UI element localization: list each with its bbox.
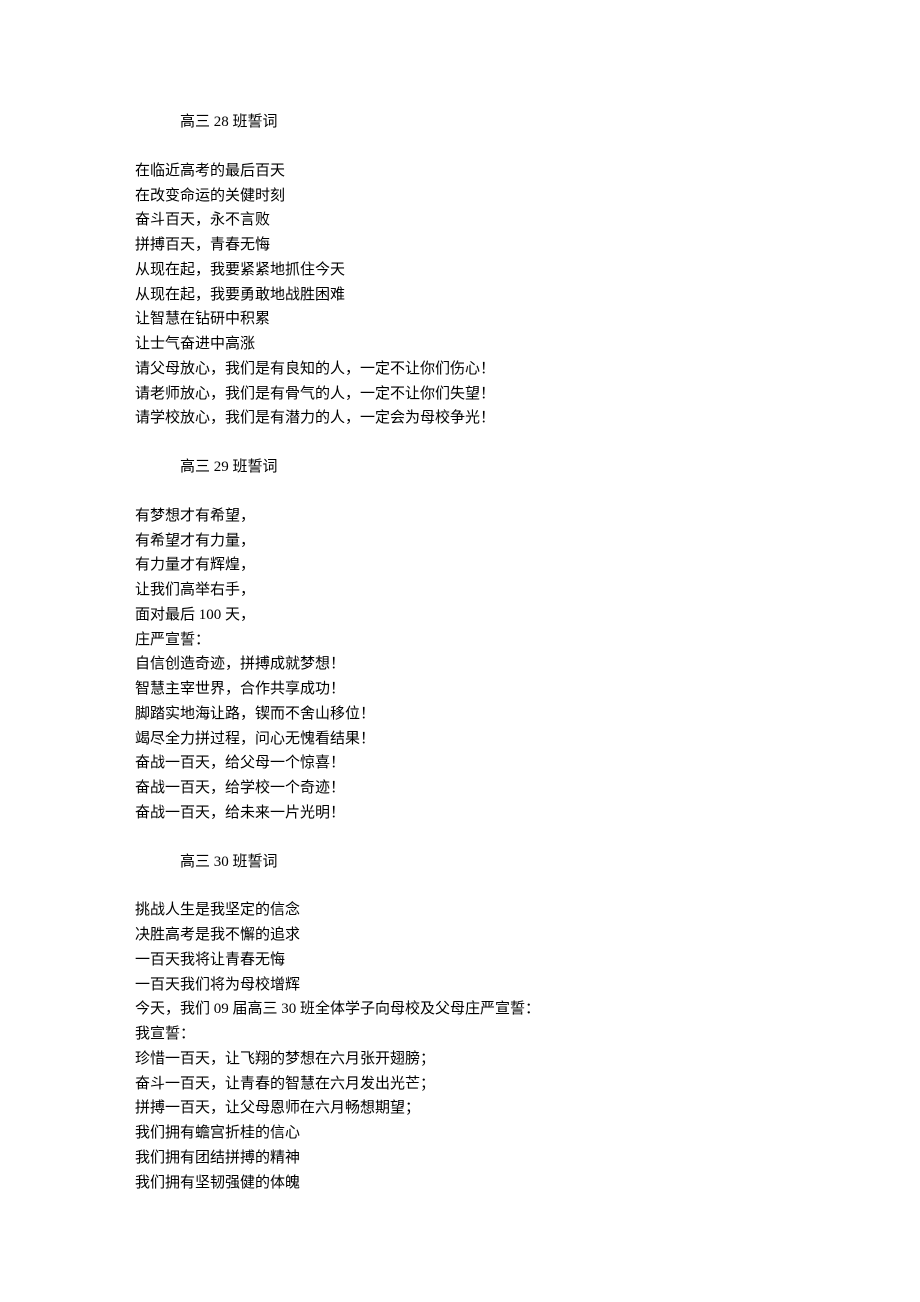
oath-line: 拼搏百天，青春无悔 [135, 233, 735, 258]
section-body-30: 挑战人生是我坚定的信念 决胜高考是我不懈的追求 一百天我将让青春无悔 一百天我们… [135, 898, 735, 1195]
oath-line: 在临近高考的最后百天 [135, 159, 735, 184]
document-page: 高三 28 班誓词 在临近高考的最后百天 在改变命运的关健时刻 奋斗百天，永不言… [0, 0, 735, 1269]
oath-line: 请父母放心，我们是有良知的人，一定不让你们伤心！ [135, 357, 735, 382]
oath-line: 有希望才有力量， [135, 529, 735, 554]
oath-line: 智慧主宰世界，合作共享成功！ [135, 677, 735, 702]
section-title-30: 高三 30 班誓词 [135, 850, 735, 875]
oath-line: 奋战一百天，给学校一个奇迹！ [135, 776, 735, 801]
oath-line: 奋战一百天，给父母一个惊喜！ [135, 751, 735, 776]
oath-line: 从现在起，我要紧紧地抓住今天 [135, 258, 735, 283]
oath-line: 奋战一百天，给未来一片光明！ [135, 801, 735, 826]
title-text: 高三 30 班誓词 [180, 854, 278, 870]
section-title-29: 高三 29 班誓词 [135, 455, 735, 480]
title-text: 高三 29 班誓词 [180, 459, 278, 475]
oath-line: 从现在起，我要勇敢地战胜困难 [135, 283, 735, 308]
section-body-29: 有梦想才有希望， 有希望才有力量， 有力量才有辉煌， 让我们高举右手， 面对最后… [135, 504, 735, 826]
oath-line: 珍惜一百天，让飞翔的梦想在六月张开翅膀； [135, 1047, 735, 1072]
oath-line: 让智慧在钻研中积累 [135, 307, 735, 332]
oath-line: 我们拥有团结拼搏的精神 [135, 1146, 735, 1171]
oath-line: 一百天我们将为母校增辉 [135, 973, 735, 998]
oath-line: 面对最后 100 天， [135, 603, 735, 628]
oath-line: 我们拥有蟾宫折桂的信心 [135, 1121, 735, 1146]
oath-line: 一百天我将让青春无悔 [135, 948, 735, 973]
oath-line: 庄严宣誓： [135, 628, 735, 653]
title-text: 高三 28 班誓词 [180, 114, 278, 130]
oath-line: 让士气奋进中高涨 [135, 332, 735, 357]
section-title-28: 高三 28 班誓词 [135, 110, 735, 135]
oath-line: 今天，我们 09 届高三 30 班全体学子向母校及父母庄严宣誓： [135, 997, 735, 1022]
oath-line: 有力量才有辉煌， [135, 553, 735, 578]
oath-line: 让我们高举右手， [135, 578, 735, 603]
oath-line: 决胜高考是我不懈的追求 [135, 923, 735, 948]
oath-line: 我宣誓： [135, 1022, 735, 1047]
oath-line: 在改变命运的关健时刻 [135, 184, 735, 209]
oath-line: 奋斗一百天，让青春的智慧在六月发出光芒； [135, 1072, 735, 1097]
oath-line: 脚踏实地海让路，锲而不舍山移位！ [135, 702, 735, 727]
oath-line: 奋斗百天，永不言败 [135, 208, 735, 233]
oath-line: 有梦想才有希望， [135, 504, 735, 529]
oath-line: 请学校放心，我们是有潜力的人，一定会为母校争光！ [135, 406, 735, 431]
oath-line: 挑战人生是我坚定的信念 [135, 898, 735, 923]
section-body-28: 在临近高考的最后百天 在改变命运的关健时刻 奋斗百天，永不言败 拼搏百天，青春无… [135, 159, 735, 431]
oath-line: 请老师放心，我们是有骨气的人，一定不让你们失望！ [135, 382, 735, 407]
oath-line: 拼搏一百天，让父母恩师在六月畅想期望； [135, 1096, 735, 1121]
oath-line: 竭尽全力拼过程，问心无愧看结果！ [135, 727, 735, 752]
oath-line: 自信创造奇迹，拼搏成就梦想！ [135, 652, 735, 677]
oath-line: 我们拥有坚韧强健的体魄 [135, 1171, 735, 1196]
